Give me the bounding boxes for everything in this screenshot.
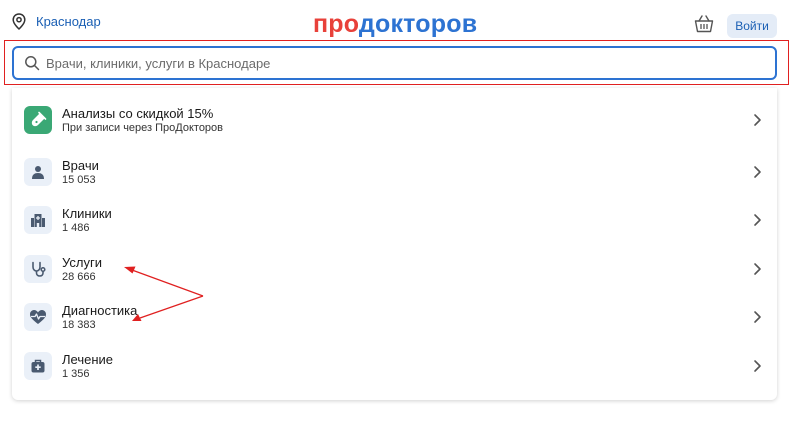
logo-part-pro: про: [313, 10, 359, 38]
chevron-right-icon: [754, 263, 761, 275]
city-selector[interactable]: Краснодар: [12, 13, 101, 30]
list-item-diagnostics[interactable]: Диагностика 18 383: [12, 293, 777, 341]
doctor-icon: [24, 158, 52, 186]
stethoscope-icon: [24, 255, 52, 283]
heart-pulse-icon: [24, 303, 52, 331]
test-tube-icon: [24, 106, 52, 134]
item-title: Врачи: [62, 158, 99, 173]
item-title: Услуги: [62, 255, 102, 270]
list-item-analyses-discount[interactable]: Анализы со скидкой 15% При записи через …: [12, 92, 777, 140]
list-item-services[interactable]: Услуги 28 666: [12, 245, 777, 293]
logo-part-doctors: докторов: [358, 10, 478, 38]
item-subtitle: 1 356: [62, 368, 90, 380]
category-list: Анализы со скидкой 15% При записи через …: [12, 88, 777, 400]
item-title: Клиники: [62, 206, 112, 221]
list-item-doctors[interactable]: Врачи 15 053: [12, 148, 777, 196]
medkit-icon: [24, 352, 52, 380]
search-icon: [25, 56, 40, 71]
item-subtitle: 18 383: [62, 319, 96, 331]
chevron-right-icon: [754, 311, 761, 323]
clinic-building-icon: [24, 206, 52, 234]
item-title: Анализы со скидкой 15%: [62, 106, 214, 121]
item-title: Диагностика: [62, 303, 138, 318]
city-label: Краснодар: [36, 14, 101, 29]
list-item-treatment[interactable]: Лечение 1 356: [12, 342, 777, 390]
login-button[interactable]: Войти: [727, 14, 777, 38]
location-pin-icon: [12, 13, 26, 30]
item-subtitle: 15 053: [62, 174, 96, 186]
item-subtitle: При записи через ПроДокторов: [62, 122, 224, 134]
chevron-right-icon: [754, 360, 761, 372]
chevron-right-icon: [754, 166, 761, 178]
item-subtitle: 28 666: [62, 271, 96, 283]
basket-icon[interactable]: [693, 13, 715, 35]
item-subtitle: 1 486: [62, 222, 90, 234]
item-title: Лечение: [62, 352, 114, 367]
logo[interactable]: продокторов: [313, 10, 477, 39]
list-item-clinics[interactable]: Клиники 1 486: [12, 196, 777, 244]
search-input[interactable]: [46, 55, 746, 71]
search-box[interactable]: [12, 46, 777, 80]
chevron-right-icon: [754, 114, 761, 126]
chevron-right-icon: [754, 214, 761, 226]
